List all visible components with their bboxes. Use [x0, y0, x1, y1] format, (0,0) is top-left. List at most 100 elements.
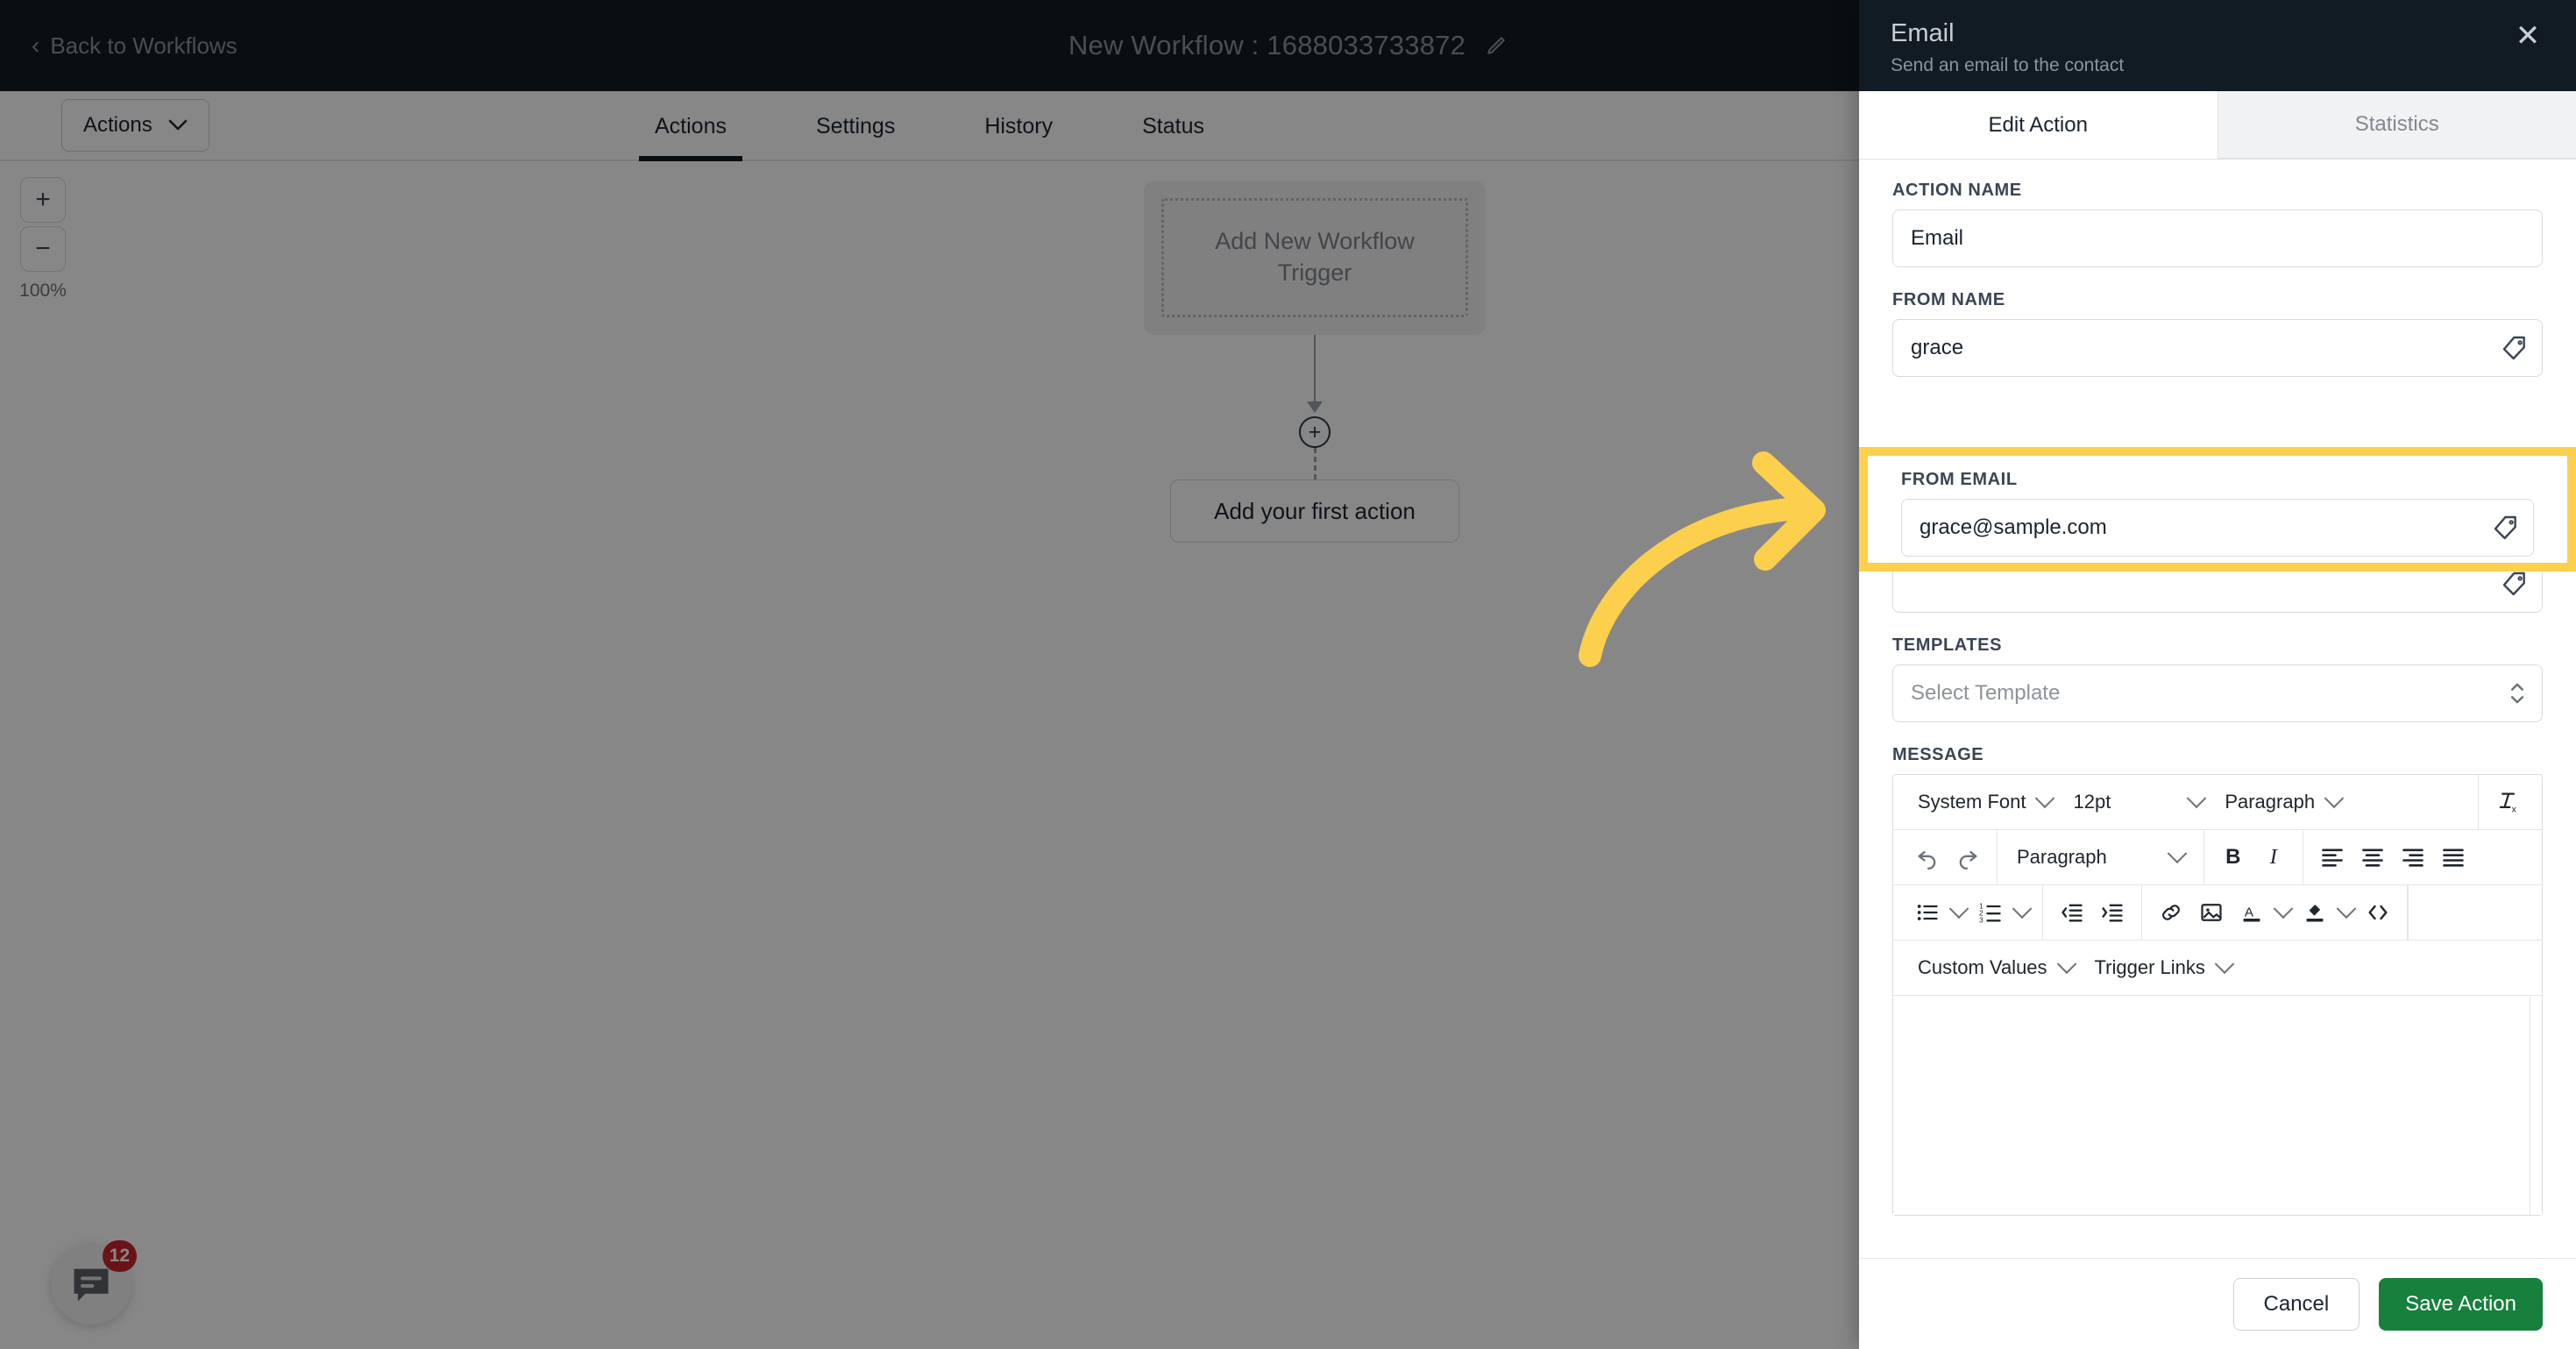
custom-values-label: Custom Values [1918, 956, 2047, 978]
editor-toolbar-row-4: Custom Values Trigger Links [1893, 941, 2542, 996]
chat-widget-button[interactable]: 12 [51, 1240, 137, 1324]
from-email-input[interactable] [1901, 499, 2534, 557]
chevron-up-down-icon[interactable] [2508, 679, 2527, 707]
clear-formatting-icon[interactable]: x [2487, 782, 2528, 822]
tab-settings[interactable]: Settings [800, 91, 911, 161]
code-icon[interactable] [2358, 892, 2398, 933]
outdent-icon[interactable] [2052, 892, 2092, 933]
from-email-label: FROM EMAIL [1901, 470, 2018, 489]
templates-select[interactable]: Select Template [1892, 664, 2543, 722]
add-workflow-trigger-label: Add New Workflow Trigger [1161, 198, 1468, 317]
panel-footer: Cancel Save Action [1859, 1258, 2576, 1349]
font-size-select[interactable]: 12pt [2062, 788, 2214, 813]
tab-actions-label: Actions [655, 113, 727, 138]
workflow-canvas[interactable]: + − 100% Add New Workflow Trigger + Add … [0, 163, 1859, 1349]
from-email-highlight-callout: FROM EMAIL [1859, 447, 2576, 572]
save-action-button[interactable]: Save Action [2379, 1277, 2543, 1331]
svg-text:x: x [2512, 805, 2517, 814]
workflow-nav-tabs: Actions Settings History Status [0, 91, 1859, 161]
add-workflow-trigger-card[interactable]: Add New Workflow Trigger [1144, 181, 1486, 335]
panel-tabs: Edit Action Statistics [1859, 91, 2576, 160]
message-editor-body[interactable] [1893, 996, 2542, 1215]
panel-header: Email Send an email to the contact ✕ [1859, 0, 2576, 91]
tag-icon[interactable] [2501, 334, 2529, 362]
custom-values-dropdown[interactable]: Custom Values [1907, 954, 2084, 979]
tag-icon[interactable] [2501, 570, 2529, 598]
from-name-label: FROM NAME [1892, 290, 2005, 309]
block-format-select[interactable]: Paragraph [2006, 843, 2195, 869]
close-icon[interactable]: ✕ [2509, 18, 2546, 54]
align-right-icon[interactable] [2393, 837, 2433, 877]
svg-text:3: 3 [1979, 917, 1983, 925]
from-name-input-wrap [1892, 319, 2543, 377]
numbered-list-chevron-down-icon[interactable] [2011, 892, 2033, 933]
highlighter-icon[interactable] [2295, 892, 2335, 933]
action-name-label: ACTION NAME [1892, 181, 2022, 200]
bold-button[interactable]: B [2213, 837, 2253, 877]
back-to-workflows-label: Back to Workflows [50, 32, 238, 59]
svg-text:A: A [2245, 905, 2254, 920]
indent-icon[interactable] [2092, 892, 2132, 933]
trigger-links-dropdown[interactable]: Trigger Links [2084, 954, 2242, 979]
bold-label: B [2225, 845, 2241, 869]
connector-line [1314, 335, 1316, 403]
undo-icon[interactable] [1907, 837, 1948, 877]
chevron-down-icon [2056, 954, 2076, 975]
email-action-panel: Email Send an email to the contact ✕ Edi… [1859, 0, 2576, 1349]
editor-toolbar-row-3: 123 A [1893, 885, 2542, 941]
action-name-input[interactable] [1892, 209, 2543, 267]
tab-statistics-label: Statistics [2354, 112, 2439, 136]
zoom-in-button[interactable]: + [20, 177, 66, 223]
add-first-action-button[interactable]: Add your first action [1170, 479, 1459, 543]
block-format-select-top[interactable]: Paragraph [2214, 788, 2352, 813]
message-label: MESSAGE [1892, 745, 1984, 764]
align-justify-icon[interactable] [2433, 837, 2473, 877]
action-name-field-group: ACTION NAME [1892, 181, 2543, 267]
back-to-workflows-link[interactable]: ‹ Back to Workflows [32, 32, 238, 60]
chat-bubble-icon [74, 1268, 109, 1302]
font-color-icon[interactable]: A [2232, 892, 2272, 933]
italic-label: I [2269, 845, 2277, 869]
templates-select-wrap: Select Template [1892, 664, 2543, 722]
tab-actions[interactable]: Actions [639, 91, 742, 161]
templates-label: TEMPLATES [1892, 635, 2003, 655]
zoom-out-button[interactable]: − [20, 226, 66, 272]
redo-icon[interactable] [1948, 837, 1988, 877]
align-center-icon[interactable] [2352, 837, 2393, 877]
image-icon[interactable] [2191, 892, 2232, 933]
block-format-value-top: Paragraph [2225, 791, 2316, 813]
pencil-icon[interactable] [1485, 34, 1508, 57]
add-first-action-label: Add your first action [1214, 497, 1416, 524]
bullet-list-chevron-down-icon[interactable] [1948, 892, 1970, 933]
font-family-value: System Font [1918, 791, 2026, 813]
tag-icon[interactable] [2492, 514, 2520, 542]
from-name-field-group: FROM NAME [1892, 290, 2543, 377]
plus-icon: + [1308, 419, 1322, 444]
highlighter-chevron-down-icon[interactable] [2335, 892, 2358, 933]
chevron-down-icon [2167, 843, 2188, 864]
connector-arrowhead-icon [1307, 401, 1323, 413]
panel-subtitle: Send an email to the contact [1891, 55, 2125, 75]
tab-statistics[interactable]: Statistics [2217, 91, 2576, 159]
bullet-list-icon[interactable] [1907, 892, 1948, 933]
from-name-input[interactable] [1892, 319, 2543, 377]
tab-history[interactable]: History [969, 91, 1068, 161]
align-left-icon[interactable] [2312, 837, 2352, 877]
italic-button[interactable]: I [2253, 837, 2294, 877]
tab-status-label: Status [1142, 113, 1204, 138]
trigger-links-label: Trigger Links [2094, 956, 2205, 978]
workflow-flow: Add New Workflow Trigger + Add your firs… [1131, 181, 1499, 543]
templates-field-group: TEMPLATES Select Template [1892, 635, 2543, 722]
numbered-list-icon[interactable]: 123 [1970, 892, 2011, 933]
connector-dashed-line [1313, 448, 1316, 479]
font-color-chevron-down-icon[interactable] [2272, 892, 2295, 933]
cancel-button[interactable]: Cancel [2232, 1277, 2360, 1331]
tab-edit-action[interactable]: Edit Action [1859, 91, 2218, 159]
link-icon[interactable] [2151, 892, 2191, 933]
font-family-select[interactable]: System Font [1907, 788, 2062, 813]
message-editor-scrollbar[interactable] [2530, 996, 2542, 1215]
zoom-out-label: − [35, 234, 51, 263]
add-node-button[interactable]: + [1299, 416, 1331, 448]
top-bar: ‹ Back to Workflows [0, 0, 1859, 91]
tab-status[interactable]: Status [1126, 91, 1220, 161]
